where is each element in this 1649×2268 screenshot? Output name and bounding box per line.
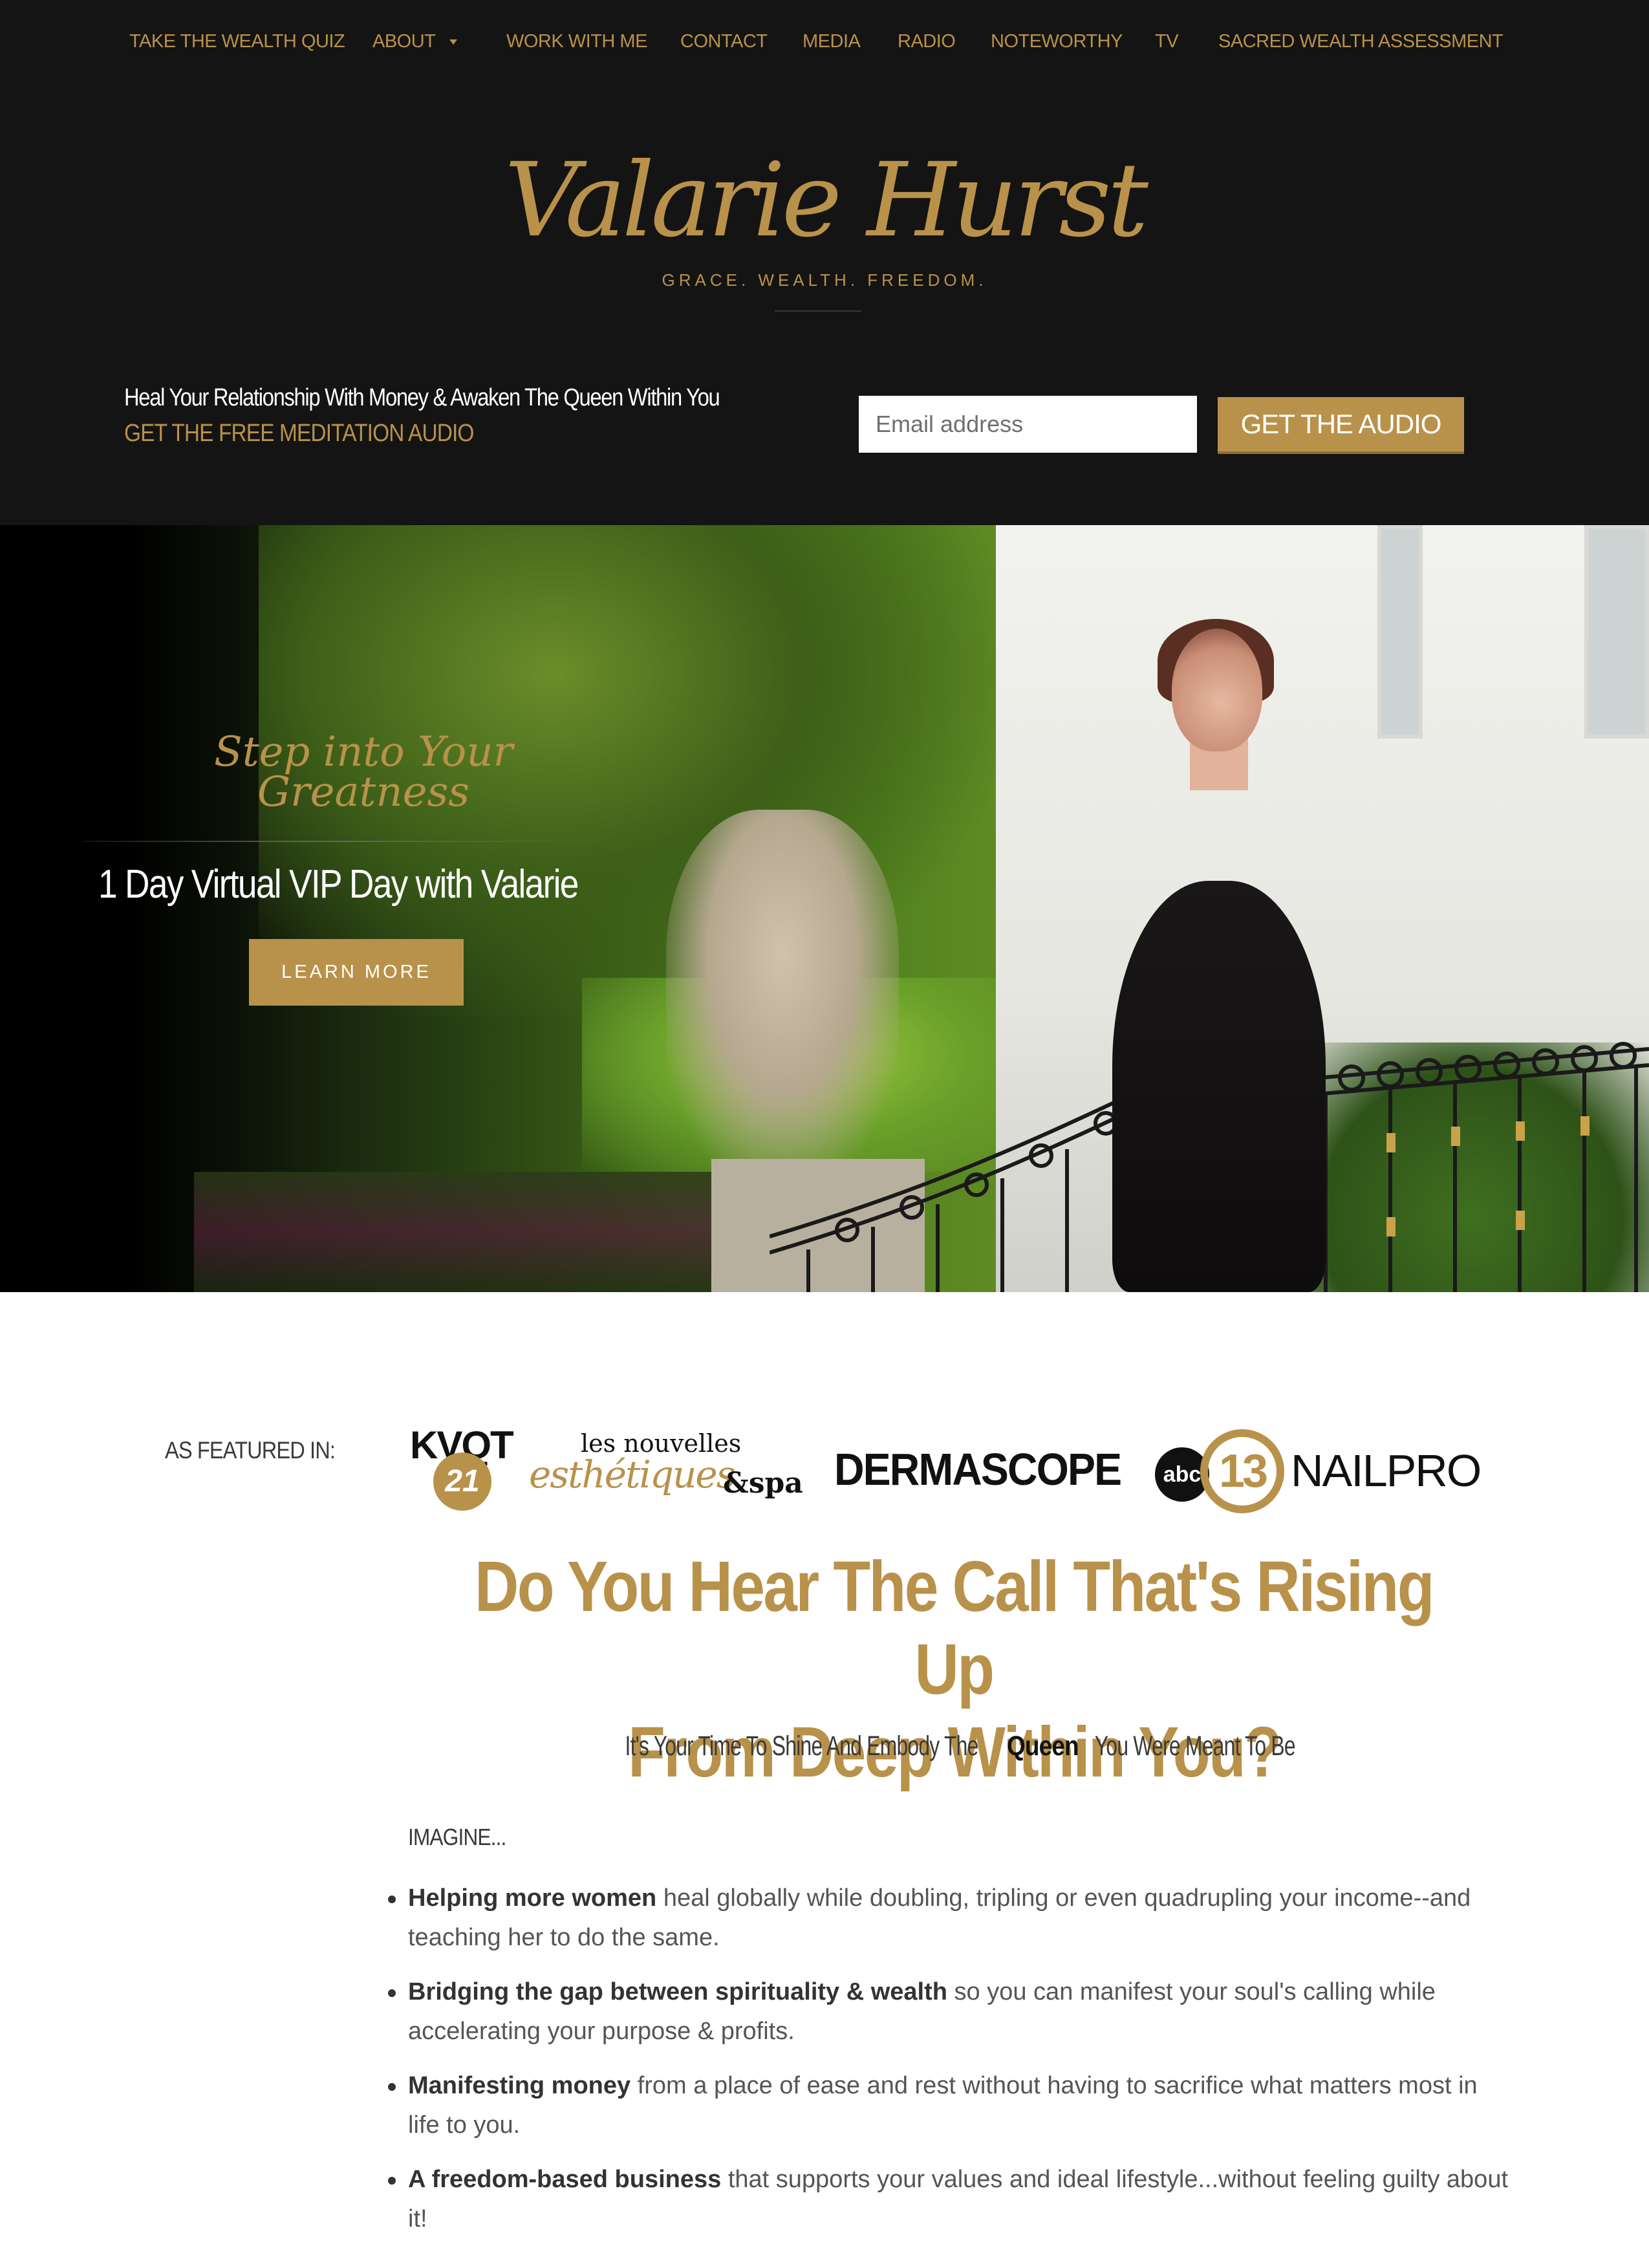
hero-window [1584,525,1649,739]
subheadline-end: You Were Meant To Be [1094,1731,1296,1762]
list-item-bold: A freedom-based business [408,2166,722,2193]
subheadline-text: It's Your Time To Shine And Embody The Q… [596,1731,1311,1762]
nav-item-media[interactable]: MEDIA [803,31,861,52]
list-item-bold: Helping more women [408,1885,657,1912]
woman-face [1172,629,1262,751]
list-item-bold: Bridging the gap between spirituality & … [408,1978,947,2005]
woman-in-black-gown [1112,881,1326,1292]
logo-divider [775,310,861,312]
nav-item-about-label: ABOUT [372,31,436,52]
list-item: Manifesting money from a place of ease a… [383,2066,1514,2145]
caret-down-icon [449,39,458,45]
nav-item-noteworthy[interactable]: NOTEWORTHY [991,31,1123,52]
nav-item-sacred-wealth-assessment[interactable]: SACRED WEALTH ASSESSMENT [1218,31,1503,52]
main-nav: TAKE THE WEALTH QUIZ ABOUT WORK WITH ME … [0,31,1649,63]
optin-headline: Heal Your Relationship With Money & Awak… [124,384,720,411]
list-item: Helping more women heal globally while d… [383,1879,1514,1958]
kvqt-logo: KVQT 21 [410,1423,520,1513]
hero-divider [83,841,600,842]
hero-banner: Step into Your Greatness 1 Day Virtual V… [0,525,1649,1292]
les-nouvelles-logo: les nouvelles esthétiques &spa [529,1429,803,1507]
hero-title: 1 Day Virtual VIP Day with Valarie [98,862,579,907]
email-field[interactable] [859,396,1197,453]
nav-item-contact[interactable]: CONTACT [680,31,768,52]
main-headline-line-1: Do You Hear The Call That's Rising Up [475,1547,1434,1709]
les-nouvelles-logo-script: esthétiques [529,1453,736,1496]
subheadline-bold: Queen [1006,1731,1079,1762]
hero-window [1377,525,1423,739]
list-item: A freedom-based business that supports y… [383,2160,1514,2239]
site-logo[interactable]: Valarie Hurst GRACE. WEALTH. FREEDOM. [504,129,1148,317]
benefits-list: Helping more women heal globally while d… [383,1879,1514,2254]
learn-more-button[interactable]: LEARN MORE [249,939,464,1006]
nav-item-work-with-me[interactable]: WORK WITH ME [506,31,647,52]
optin-subline: GET THE FREE MEDITATION AUDIO [124,420,474,447]
subheadline-start: It's Your Time To Shine And Embody The [625,1731,978,1762]
featured-label: AS FEATURED IN: [165,1437,336,1463]
nav-item-wealth-quiz[interactable]: TAKE THE WEALTH QUIZ [129,31,345,52]
list-item-bold: Manifesting money [408,2072,631,2099]
main-subheadline: It's Your Time To Shine And Embody The Q… [362,1731,1546,1762]
kvqt-logo-number: 21 [433,1453,491,1511]
logo-tagline: GRACE. WEALTH. FREEDOM. [662,270,987,290]
list-item: Bridging the gap between spirituality & … [383,1972,1514,2051]
hero-script-line-1: Step into Your [213,728,513,776]
logo-wordmark: Valarie Hurst [504,141,1148,260]
get-audio-button[interactable]: GET THE AUDIO [1218,397,1464,454]
hero-script-tagline: Step into Your Greatness [169,728,557,816]
hero-script-line-2: Greatness [257,768,470,816]
nav-item-tv[interactable]: TV [1155,31,1179,52]
dermascope-logo: DERMASCOPE [834,1444,1122,1495]
abc-13-logo: 13 [1200,1429,1284,1513]
nav-item-radio[interactable]: RADIO [898,31,956,52]
nav-item-about[interactable]: ABOUT [372,31,458,52]
site-header: TAKE THE WEALTH QUIZ ABOUT WORK WITH ME … [0,0,1649,525]
nailpro-logo: NAILPRO [1291,1445,1482,1496]
imagine-label: IMAGINE... [408,1824,506,1850]
les-nouvelles-logo-spa: &spa [723,1467,803,1500]
hero-flowerbed [194,1172,711,1292]
